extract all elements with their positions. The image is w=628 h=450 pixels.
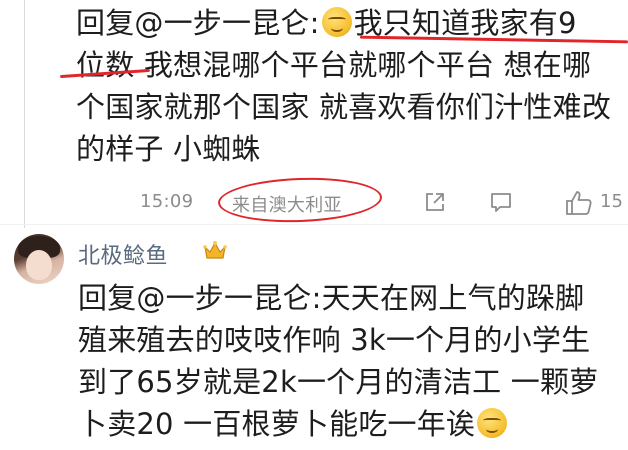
reply-line-4: 的样子 小蜘蛛 xyxy=(76,132,261,166)
like-count: 15 xyxy=(600,191,623,212)
reply-highlight-continued: 位数 xyxy=(76,48,135,82)
reply-location: 来自澳大利亚 xyxy=(232,195,342,216)
avatar-face xyxy=(26,250,52,280)
comment-line-2: 殖来殖去的吱吱作响 3k一个月的小学生 xyxy=(78,323,591,357)
reply-highlight: 我只知道我家有9 xyxy=(353,6,577,40)
smiling-emoji-icon xyxy=(321,7,352,37)
reply-time: 15:09 xyxy=(140,191,194,212)
comment-text: 回复@一步一昆仑:天天在网上气的跺脚 殖来殖去的吱吱作响 3k一个月的小学生 到… xyxy=(78,277,626,445)
reply-line-2: 位数 我想混哪个平台就哪个平台 想在哪 xyxy=(76,44,624,86)
reply-text-segment: 我想混哪个平台就哪个平台 想在哪 xyxy=(134,48,592,82)
reply-line-1: 回复@一步一昆仑: 我只知道我家有9 xyxy=(76,2,624,44)
comment-divider xyxy=(0,224,628,225)
reply-line-3: 个国家就那个国家 就喜欢看你们汁性难改 xyxy=(76,90,612,124)
comment-line-4-text: 卜卖20 一百根萝卜能吃一年诶 xyxy=(78,407,476,441)
reply-text: 回复@一步一昆仑: 我只知道我家有9 位数 我想混哪个平台就哪个平台 想在哪 个国… xyxy=(76,2,624,170)
crown-badge-icon xyxy=(203,241,227,259)
reply-prefix: 回复@一步一昆仑: xyxy=(76,6,320,40)
comment-line-4: 卜卖20 一百根萝卜能吃一年诶 xyxy=(78,403,626,445)
thread-line xyxy=(24,0,25,228)
avatar[interactable] xyxy=(14,234,64,284)
comment-line-1: 回复@一步一昆仑:天天在网上气的跺脚 xyxy=(78,281,585,315)
share-icon[interactable] xyxy=(422,189,448,215)
comment-username[interactable]: 北极鲶鱼 xyxy=(78,238,168,270)
comment-icon[interactable] xyxy=(488,189,514,215)
smiling-emoji-icon xyxy=(477,408,508,438)
comment-line-3: 到了65岁就是2k一个月的清洁工 一颗萝 xyxy=(78,365,599,399)
thumbs-up-icon[interactable] xyxy=(564,189,594,217)
reply-meta-row: 15:09 来自澳大利亚 15 xyxy=(140,187,628,217)
